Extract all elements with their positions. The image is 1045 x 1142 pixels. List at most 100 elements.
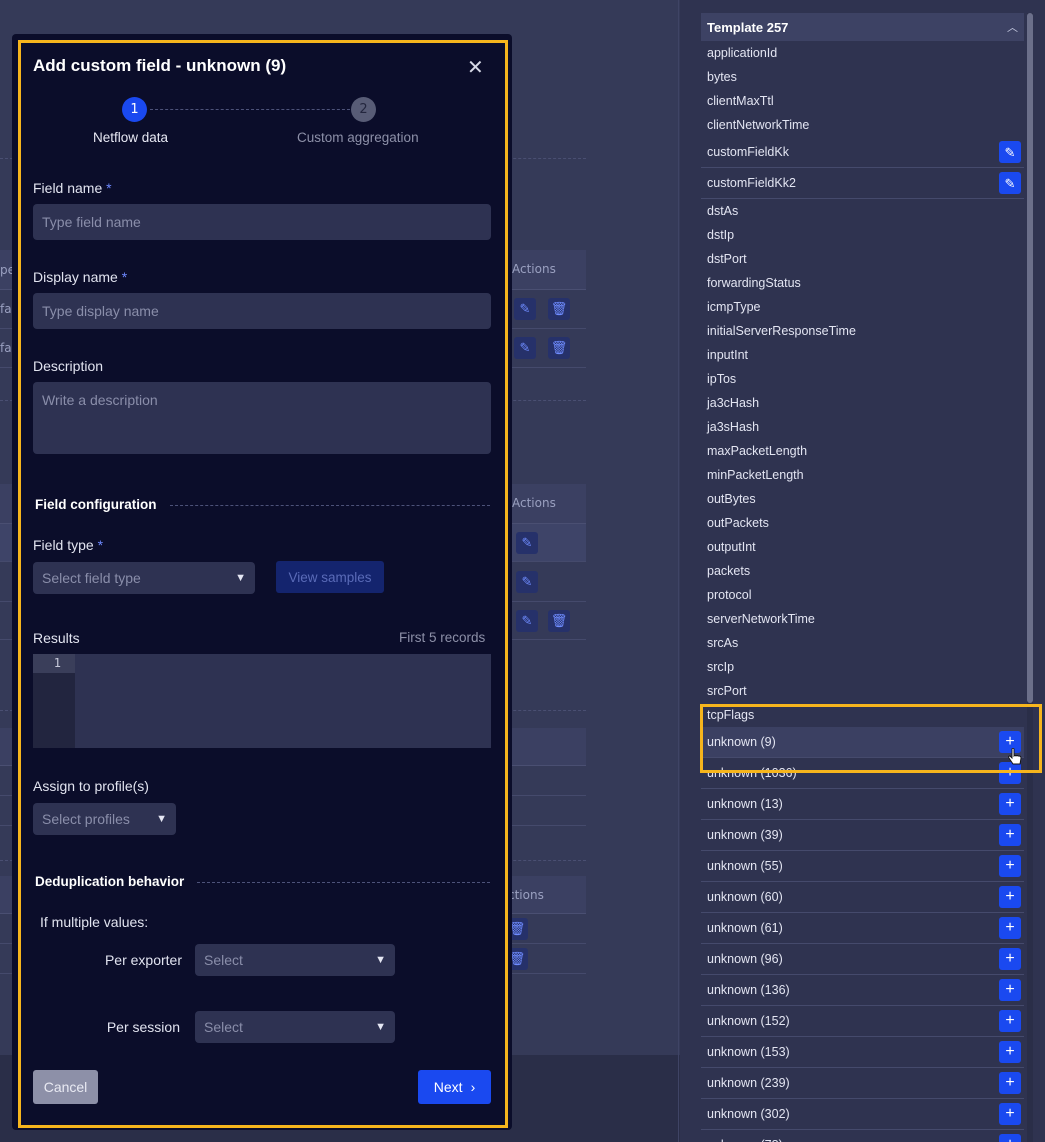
cancel-button[interactable]: Cancel xyxy=(33,1070,98,1104)
field-row[interactable]: initialServerResponseTime xyxy=(701,319,1024,343)
field-name-label: Field name * xyxy=(33,180,112,196)
field-row-label: unknown (152) xyxy=(707,1014,790,1028)
background-cut-text: fa xyxy=(0,302,12,316)
trash-icon[interactable]: 🗑 xyxy=(548,610,570,632)
field-row[interactable]: unknown (13) + xyxy=(701,789,1024,820)
field-row[interactable]: maxPacketLength xyxy=(701,439,1024,463)
pencil-icon: ✎ xyxy=(1004,144,1016,160)
field-row[interactable]: srcPort xyxy=(701,679,1024,703)
chevron-up-icon[interactable]: ︿ xyxy=(1007,19,1018,35)
field-row-label: packets xyxy=(707,564,751,578)
template-header[interactable]: Template 257 ︿ xyxy=(701,13,1024,41)
add-field-button[interactable]: + xyxy=(999,1041,1021,1063)
field-row[interactable]: unknown (239) + xyxy=(701,1068,1024,1099)
trash-icon[interactable]: 🗑 xyxy=(548,337,570,359)
add-field-button[interactable]: + xyxy=(999,948,1021,970)
pencil-icon[interactable]: ✎ xyxy=(514,337,536,359)
field-row[interactable]: unknown (39) + xyxy=(701,820,1024,851)
field-row[interactable]: dstIp xyxy=(701,223,1024,247)
edit-field-button[interactable]: ✎ xyxy=(999,141,1021,163)
field-row-label: clientMaxTtl xyxy=(707,94,774,108)
pencil-icon[interactable]: ✎ xyxy=(516,571,538,593)
field-row[interactable]: packets xyxy=(701,559,1024,583)
field-row-label: dstAs xyxy=(707,204,739,218)
pencil-icon[interactable]: ✎ xyxy=(514,298,536,320)
field-row-label: unknown (78) xyxy=(707,1138,783,1142)
field-row[interactable]: ja3sHash xyxy=(701,415,1024,439)
field-row[interactable]: forwardingStatus xyxy=(701,271,1024,295)
edit-field-button[interactable]: ✎ xyxy=(999,172,1021,194)
field-row[interactable]: dstPort xyxy=(701,247,1024,271)
per-exporter-select[interactable]: Select ▼ xyxy=(195,944,395,976)
view-samples-button[interactable]: View samples xyxy=(276,561,384,593)
field-row[interactable]: clientMaxTtl xyxy=(701,89,1024,113)
add-field-button[interactable]: + xyxy=(999,824,1021,846)
field-row[interactable]: protocol xyxy=(701,583,1024,607)
field-row[interactable]: customFieldKk ✎ xyxy=(701,137,1024,168)
field-row[interactable]: unknown (78) + xyxy=(701,1130,1024,1142)
plus-icon: + xyxy=(1005,919,1015,936)
field-row-label: unknown (136) xyxy=(707,983,790,997)
plus-icon: + xyxy=(1005,888,1015,905)
field-row[interactable]: clientNetworkTime xyxy=(701,113,1024,137)
field-row[interactable]: unknown (302) + xyxy=(701,1099,1024,1130)
field-row[interactable]: applicationId xyxy=(701,41,1024,65)
results-code-editor[interactable]: 1 xyxy=(33,654,491,748)
field-row[interactable]: unknown (96) + xyxy=(701,944,1024,975)
add-field-button[interactable]: + xyxy=(999,1134,1021,1142)
field-row[interactable]: icmpType xyxy=(701,295,1024,319)
field-list: applicationId bytes clientMaxTtl clientNetw… xyxy=(701,41,1024,1142)
assign-profiles-select[interactable]: Select profiles ▼ xyxy=(33,803,176,835)
field-row[interactable]: unknown (60) + xyxy=(701,882,1024,913)
trash-icon[interactable]: 🗑 xyxy=(548,298,570,320)
add-field-button[interactable]: + xyxy=(999,1103,1021,1125)
deduplication-heading: Deduplication behavior xyxy=(35,874,185,889)
field-row-label: ja3cHash xyxy=(707,396,760,410)
close-icon[interactable]: ✕ xyxy=(467,55,484,79)
field-row[interactable]: bytes xyxy=(701,65,1024,89)
field-row[interactable]: minPacketLength xyxy=(701,463,1024,487)
add-field-button[interactable]: + xyxy=(999,917,1021,939)
field-type-select[interactable]: Select field type ▼ xyxy=(33,562,255,594)
field-row-label: dstIp xyxy=(707,228,735,242)
field-row[interactable]: dstAs xyxy=(701,199,1024,223)
add-field-button[interactable]: + xyxy=(999,793,1021,815)
field-row-label: clientNetworkTime xyxy=(707,118,810,132)
field-row-label: unknown (302) xyxy=(707,1107,790,1121)
field-row[interactable]: customFieldKk2 ✎ xyxy=(701,168,1024,199)
field-row[interactable]: unknown (153) + xyxy=(701,1037,1024,1068)
field-row[interactable]: srcIp xyxy=(701,655,1024,679)
add-field-button[interactable]: + xyxy=(999,979,1021,1001)
description-textarea[interactable]: Write a description xyxy=(33,382,491,454)
field-row[interactable]: srcAs xyxy=(701,631,1024,655)
field-row[interactable]: ipTos xyxy=(701,367,1024,391)
field-row-label: unknown (60) xyxy=(707,890,783,904)
field-row-label: outputInt xyxy=(707,540,756,554)
display-name-input[interactable]: Type display name xyxy=(33,293,491,329)
field-row[interactable]: ja3cHash xyxy=(701,391,1024,415)
field-row[interactable]: unknown (152) + xyxy=(701,1006,1024,1037)
field-row-label: outBytes xyxy=(707,492,756,506)
pencil-icon[interactable]: ✎ xyxy=(516,532,538,554)
add-field-button[interactable]: + xyxy=(999,1072,1021,1094)
field-row[interactable]: unknown (136) + xyxy=(701,975,1024,1006)
step-2-indicator[interactable]: 2 xyxy=(351,97,376,122)
field-row[interactable]: unknown (61) + xyxy=(701,913,1024,944)
step-1-indicator[interactable]: 1 xyxy=(122,97,147,122)
per-session-select[interactable]: Select ▼ xyxy=(195,1011,395,1043)
field-name-input[interactable]: Type field name xyxy=(33,204,491,240)
field-row[interactable]: serverNetworkTime xyxy=(701,607,1024,631)
field-row[interactable]: inputInt xyxy=(701,343,1024,367)
field-row[interactable]: outBytes xyxy=(701,487,1024,511)
field-row-label: outPackets xyxy=(707,516,769,530)
panel-scrollbar-thumb[interactable] xyxy=(1027,13,1033,703)
next-button[interactable]: Next › xyxy=(418,1070,491,1104)
add-field-button[interactable]: + xyxy=(999,1010,1021,1032)
pencil-icon[interactable]: ✎ xyxy=(516,610,538,632)
add-field-button[interactable]: + xyxy=(999,855,1021,877)
add-field-button[interactable]: + xyxy=(999,886,1021,908)
field-row[interactable]: unknown (55) + xyxy=(701,851,1024,882)
field-row[interactable]: outputInt xyxy=(701,535,1024,559)
field-row[interactable]: outPackets xyxy=(701,511,1024,535)
chevron-down-icon: ▼ xyxy=(235,572,246,584)
